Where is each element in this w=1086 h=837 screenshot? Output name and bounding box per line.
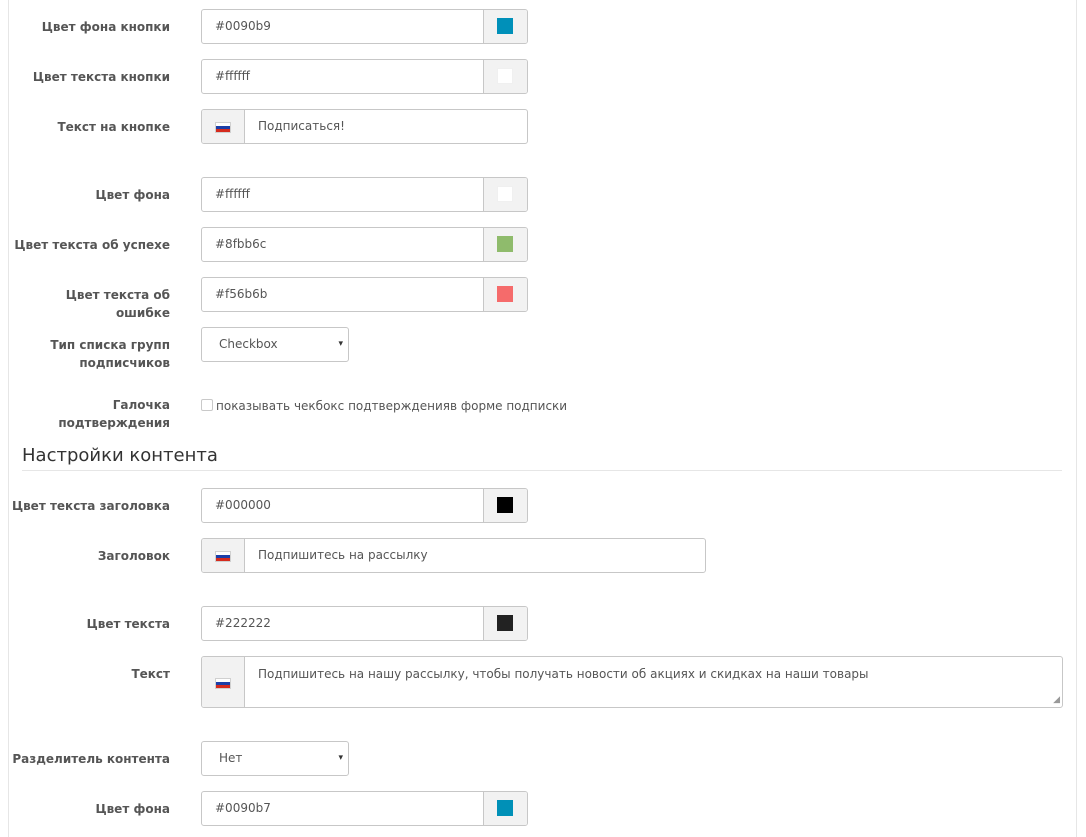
chevron-down-icon: ▾ — [338, 339, 343, 349]
color-swatch-icon — [497, 68, 513, 84]
success-color-label: Цвет текста об успехе — [14, 238, 170, 252]
color-swatch-icon — [497, 615, 513, 631]
btn-text-color-field[interactable]: #ffffff — [201, 59, 528, 94]
color-swatch-icon — [497, 286, 513, 302]
text-color-label: Цвет текста — [86, 617, 170, 631]
btn-bg-value[interactable]: #0090b9 — [215, 10, 271, 42]
text-color-field[interactable]: #222222 — [201, 606, 528, 641]
error-color-label: Цвет текста об ошибке — [65, 288, 170, 320]
text-color-value[interactable]: #222222 — [215, 607, 271, 639]
color-swatch-icon — [497, 186, 513, 202]
title-color-value[interactable]: #000000 — [215, 489, 271, 521]
groups-list-type-label-line1: Тип списка групп — [50, 338, 170, 352]
bg-color-field[interactable]: #ffffff — [201, 177, 528, 212]
bg-color2-value[interactable]: #0090b7 — [215, 792, 271, 824]
bg-color2-field[interactable]: #0090b7 — [201, 791, 528, 826]
confirm-checkbox-label-line2: подтверждения — [58, 416, 170, 430]
btn-bg-picker-button[interactable] — [483, 10, 527, 43]
bg-color2-picker-button[interactable] — [483, 792, 527, 825]
ru-flag-icon — [215, 551, 231, 562]
error-color-field[interactable]: #f56b6b — [201, 277, 528, 312]
ru-flag-icon — [215, 122, 231, 133]
chevron-down-icon: ▾ — [338, 753, 343, 763]
btn-text-label: Текст на кнопке — [57, 120, 170, 134]
content-section-title: Настройки контента — [22, 445, 218, 466]
groups-list-type-label: Тип списка групп подписчиков — [10, 336, 170, 372]
groups-list-type-value: Checkbox — [219, 337, 278, 351]
groups-list-type-select[interactable]: Checkbox ▾ — [201, 327, 349, 362]
section-divider — [22, 470, 1062, 471]
confirm-checkbox[interactable] — [201, 399, 213, 411]
text-label: Текст — [131, 667, 170, 681]
bg-color2-label: Цвет фона — [95, 802, 170, 816]
success-color-picker-button[interactable] — [483, 228, 527, 261]
btn-text-field[interactable]: Подписаться! — [201, 109, 528, 144]
language-selector-button[interactable] — [202, 110, 245, 143]
heading-value[interactable]: Подпишитесь на рассылку — [258, 539, 428, 571]
success-color-field[interactable]: #8fbb6c — [201, 227, 528, 262]
heading-label: Заголовок — [97, 549, 170, 563]
title-color-picker-button[interactable] — [483, 489, 527, 522]
color-swatch-icon — [497, 800, 513, 816]
language-selector-button[interactable] — [202, 657, 245, 707]
text-value[interactable]: Подпишитесь на нашу рассылку, чтобы полу… — [258, 659, 869, 689]
bg-color-value[interactable]: #ffffff — [215, 178, 250, 210]
panel-border-left — [8, 0, 9, 837]
success-color-value[interactable]: #8fbb6c — [215, 228, 266, 260]
btn-text-value[interactable]: Подписаться! — [258, 110, 345, 142]
btn-bg-label: Цвет фона кнопки — [41, 20, 170, 34]
divider-label: Разделитель контента — [12, 752, 170, 766]
text-color-picker-button[interactable] — [483, 607, 527, 640]
title-color-label: Цвет текста заголовка — [11, 499, 170, 513]
heading-field[interactable]: Подпишитесь на рассылку — [201, 538, 706, 573]
bg-color-picker-button[interactable] — [483, 178, 527, 211]
color-swatch-icon — [497, 18, 513, 34]
confirm-checkbox-label-line1: Галочка — [112, 398, 170, 412]
panel-border-right — [1076, 0, 1077, 837]
divider-value: Нет — [219, 751, 243, 765]
error-color-value[interactable]: #f56b6b — [215, 278, 267, 310]
language-selector-button[interactable] — [202, 539, 245, 572]
btn-bg-color-field[interactable]: #0090b9 — [201, 9, 528, 44]
groups-list-type-label-line2: подписчиков — [79, 356, 170, 370]
color-swatch-icon — [497, 236, 513, 252]
confirm-checkbox-label: Галочка подтверждения — [10, 396, 170, 432]
btn-text-color-picker-button[interactable] — [483, 60, 527, 93]
bg-color-label: Цвет фона — [95, 188, 170, 202]
title-color-field[interactable]: #000000 — [201, 488, 528, 523]
divider-select[interactable]: Нет ▾ — [201, 741, 349, 776]
color-swatch-icon — [497, 497, 513, 513]
ru-flag-icon — [215, 678, 231, 689]
error-color-picker-button[interactable] — [483, 278, 527, 311]
btn-text-color-label: Цвет текста кнопки — [32, 70, 170, 84]
text-textarea[interactable]: Подпишитесь на нашу рассылку, чтобы полу… — [201, 656, 1063, 708]
btn-text-color-value[interactable]: #ffffff — [215, 60, 250, 92]
confirm-checkbox-text[interactable]: показывать чекбокс подтвержденияв форме … — [216, 398, 567, 414]
resize-handle-icon[interactable]: ◢ — [1053, 696, 1060, 705]
